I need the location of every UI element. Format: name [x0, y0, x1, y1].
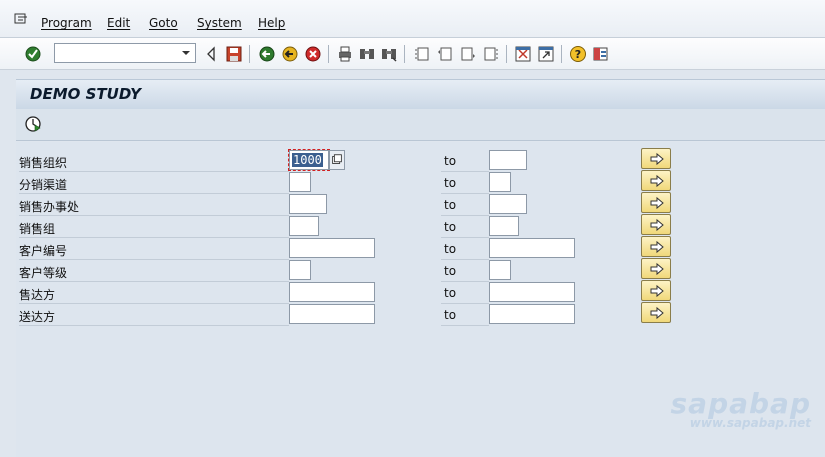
- toolbar-separator: [328, 45, 329, 63]
- last-page-icon[interactable]: [482, 45, 500, 63]
- watermark-url: www.sapabap.net: [689, 416, 811, 430]
- multiple-selection-button[interactable]: [641, 258, 671, 279]
- multiple-selection-button[interactable]: [641, 170, 671, 191]
- field-label: 送达方: [19, 308, 289, 326]
- arrow-right-icon: [650, 174, 664, 188]
- ship-to-high-input[interactable]: [489, 304, 575, 324]
- title-bar: DEMO STUDY: [16, 79, 825, 109]
- first-page-icon[interactable]: [413, 45, 431, 63]
- multiple-selection-button[interactable]: [641, 192, 671, 213]
- field-label: 分销渠道: [19, 176, 289, 194]
- select-option-row: 售达方 to: [16, 280, 676, 304]
- svg-text:?: ?: [575, 48, 581, 61]
- multiple-selection-button[interactable]: [641, 214, 671, 235]
- execute-icon[interactable]: [24, 115, 42, 133]
- save-icon[interactable]: [225, 45, 243, 63]
- ship-to-low-input[interactable]: [289, 304, 375, 324]
- arrow-right-icon: [650, 218, 664, 232]
- select-option-row: 客户等级 to: [16, 258, 676, 282]
- to-label: to: [441, 286, 489, 304]
- back-icon[interactable]: [258, 45, 276, 63]
- back-arrow-icon[interactable]: [203, 45, 221, 63]
- watermark: sapabap www.sapabap.net: [671, 387, 811, 430]
- multiple-selection-icon[interactable]: [329, 150, 345, 170]
- field-label: 客户编号: [19, 242, 289, 260]
- chevron-down-icon[interactable]: [178, 45, 194, 61]
- toolbar-separator: [506, 45, 507, 63]
- to-label: to: [441, 154, 489, 172]
- next-page-icon[interactable]: [459, 45, 477, 63]
- arrow-right-icon: [650, 306, 664, 320]
- customer-number-low-input[interactable]: [289, 238, 375, 258]
- arrow-right-icon: [650, 196, 664, 210]
- print-icon[interactable]: [336, 45, 354, 63]
- field-label: 销售组: [19, 220, 289, 238]
- menu-system[interactable]: System: [197, 16, 242, 30]
- menu-goto[interactable]: Goto: [149, 16, 178, 30]
- sales-group-low-input[interactable]: [289, 216, 319, 236]
- to-label: to: [441, 242, 489, 260]
- field-label: 销售组织: [19, 154, 289, 172]
- toolbar-separator: [561, 45, 562, 63]
- menu-edit[interactable]: Edit: [107, 16, 130, 30]
- customer-number-high-input[interactable]: [489, 238, 575, 258]
- arrow-right-icon: [650, 152, 664, 166]
- help-icon[interactable]: ?: [569, 45, 587, 63]
- find-icon[interactable]: [358, 45, 376, 63]
- sold-to-low-input[interactable]: [289, 282, 375, 302]
- sales-group-high-input[interactable]: [489, 216, 519, 236]
- multiple-selection-button[interactable]: [641, 302, 671, 323]
- multiple-selection-button[interactable]: [641, 236, 671, 257]
- exit-icon[interactable]: [281, 45, 299, 63]
- to-label: to: [441, 198, 489, 216]
- select-option-row: 客户编号 to: [16, 236, 676, 260]
- to-label: to: [441, 220, 489, 238]
- sales-office-low-input[interactable]: [289, 194, 327, 214]
- arrow-right-icon: [650, 240, 664, 254]
- to-label: to: [441, 176, 489, 194]
- sales-org-high-input[interactable]: [489, 150, 527, 170]
- select-option-row: 销售办事处 to: [16, 192, 676, 216]
- select-option-row: 送达方 to: [16, 302, 676, 326]
- dist-channel-low-input[interactable]: [289, 172, 311, 192]
- multiple-selection-button[interactable]: [641, 148, 671, 169]
- toolbar-separator: [249, 45, 250, 63]
- arrow-right-icon: [650, 284, 664, 298]
- page-title: DEMO STUDY: [30, 85, 141, 103]
- shortcut-icon[interactable]: [537, 45, 555, 63]
- layout-icon[interactable]: [592, 45, 610, 63]
- find-next-icon[interactable]: [380, 45, 398, 63]
- toolbar-separator: [404, 45, 405, 63]
- dist-channel-high-input[interactable]: [489, 172, 511, 192]
- field-label: 销售办事处: [19, 198, 289, 216]
- sold-to-high-input[interactable]: [489, 282, 575, 302]
- select-option-row: 销售组 to: [16, 214, 676, 238]
- standard-toolbar: ?: [0, 38, 825, 70]
- system-menu-icon[interactable]: [14, 13, 28, 25]
- create-session-icon[interactable]: [514, 45, 532, 63]
- application-toolbar: [16, 109, 825, 141]
- menu-program[interactable]: Program: [41, 16, 92, 30]
- sales-office-high-input[interactable]: [489, 194, 527, 214]
- menu-help[interactable]: Help: [258, 16, 285, 30]
- arrow-right-icon: [650, 262, 664, 276]
- customer-level-high-input[interactable]: [489, 260, 511, 280]
- to-label: to: [441, 264, 489, 282]
- cancel-icon[interactable]: [304, 45, 322, 63]
- command-field[interactable]: [54, 43, 196, 63]
- to-label: to: [441, 308, 489, 326]
- select-option-row: 销售组织 1000 to: [16, 148, 676, 172]
- prev-page-icon[interactable]: [436, 45, 454, 63]
- menu-bar: Program Edit Goto System Help: [0, 0, 825, 38]
- enter-icon[interactable]: [24, 45, 42, 63]
- customer-level-low-input[interactable]: [289, 260, 311, 280]
- field-label: 售达方: [19, 286, 289, 304]
- select-option-row: 分销渠道 to: [16, 170, 676, 194]
- multiple-selection-button[interactable]: [641, 280, 671, 301]
- sales-org-low-input[interactable]: 1000: [288, 149, 330, 171]
- field-label: 客户等级: [19, 264, 289, 282]
